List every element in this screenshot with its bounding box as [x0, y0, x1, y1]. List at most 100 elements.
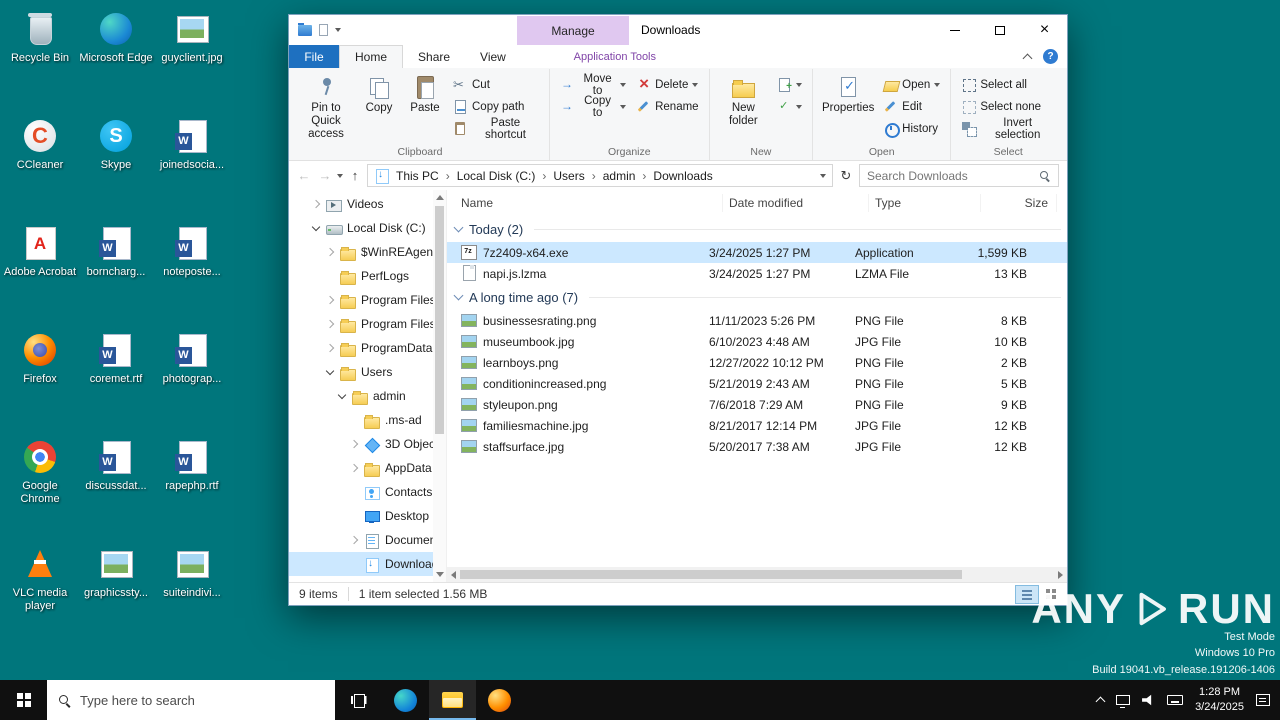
- desktop-icon[interactable]: rapephp.rtf: [154, 432, 230, 539]
- desktop-icon[interactable]: Firefox: [2, 325, 78, 432]
- file-row[interactable]: 7z2409-x64.exe 3/24/2025 1:27 PM Applica…: [447, 242, 1067, 263]
- desktop-icon[interactable]: guyclient.jpg: [154, 4, 230, 111]
- edit-button[interactable]: Edit: [879, 96, 944, 117]
- maximize-button[interactable]: [977, 15, 1022, 45]
- nav-tree-item[interactable]: Local Disk (C:): [289, 216, 446, 240]
- file-row[interactable]: businessesrating.png 11/11/2023 5:26 PM …: [447, 310, 1067, 331]
- pin-to-quick-access-button[interactable]: Pin to Quick access: [297, 71, 355, 142]
- group-collapse-chevron-icon[interactable]: [453, 222, 464, 233]
- breadcrumb-item[interactable]: Downloads: [653, 169, 712, 183]
- desktop-icon[interactable]: Google Chrome: [2, 432, 78, 539]
- delete-button[interactable]: Delete: [632, 74, 702, 95]
- collapse-ribbon-chevron-icon[interactable]: [1022, 53, 1033, 63]
- open-button[interactable]: Open: [879, 74, 944, 95]
- desktop-icon[interactable]: borncharg...: [78, 218, 154, 325]
- horizontal-scrollbar[interactable]: [447, 567, 1067, 582]
- qat-properties-icon[interactable]: [319, 24, 328, 36]
- scroll-down-icon[interactable]: [436, 572, 444, 577]
- nav-tree-item[interactable]: admin: [289, 384, 446, 408]
- nav-tree-item[interactable]: $WinREAgent: [289, 240, 446, 264]
- expander-icon[interactable]: [349, 559, 359, 569]
- nav-tree-item[interactable]: Users: [289, 360, 446, 384]
- address-dropdown-icon[interactable]: [820, 173, 826, 178]
- nav-tree-item[interactable]: ProgramData: [289, 336, 446, 360]
- address-box[interactable]: This PCLocal Disk (C:)UsersadminDownload…: [367, 164, 833, 187]
- horizontal-scrollbar-thumb[interactable]: [460, 570, 962, 579]
- history-button[interactable]: History: [879, 118, 944, 139]
- expander-icon[interactable]: [325, 295, 335, 305]
- new-folder-button[interactable]: New folder: [716, 71, 772, 128]
- expander-icon[interactable]: [349, 511, 359, 521]
- desktop-icon[interactable]: graphicssty...: [78, 539, 154, 646]
- tab-view[interactable]: View: [465, 45, 521, 68]
- recent-locations-chevron-icon[interactable]: [337, 173, 343, 178]
- expander-icon[interactable]: [337, 391, 347, 401]
- desktop-icon[interactable]: joinedsocia...: [154, 111, 230, 218]
- group-collapse-chevron-icon[interactable]: [453, 290, 464, 301]
- expander-icon[interactable]: [311, 223, 321, 233]
- nav-tree-item[interactable]: AppData: [289, 456, 446, 480]
- expander-icon[interactable]: [349, 439, 359, 449]
- expander-icon[interactable]: [325, 271, 335, 281]
- taskbar-file-explorer-button[interactable]: [429, 680, 476, 720]
- task-view-button[interactable]: [335, 680, 382, 720]
- tray-expand-chevron-icon[interactable]: [1095, 696, 1106, 707]
- back-button[interactable]: ←: [295, 168, 313, 183]
- move-to-button[interactable]: Move to: [556, 73, 630, 97]
- nav-tree-item[interactable]: Downloads: [289, 552, 446, 576]
- breadcrumb-item[interactable]: Local Disk (C:): [457, 169, 554, 183]
- expander-icon[interactable]: [325, 247, 335, 257]
- close-button[interactable]: [1022, 15, 1067, 45]
- nav-tree-item[interactable]: Contacts: [289, 480, 446, 504]
- taskbar-edge-button[interactable]: [382, 680, 429, 720]
- minimize-button[interactable]: [932, 15, 977, 45]
- new-item-button[interactable]: [773, 74, 806, 95]
- taskbar-firefox-button[interactable]: [476, 680, 523, 720]
- scroll-up-icon[interactable]: [436, 195, 444, 200]
- tab-home[interactable]: Home: [339, 45, 404, 68]
- volume-icon[interactable]: [1142, 694, 1152, 706]
- scroll-left-icon[interactable]: [451, 570, 456, 579]
- file-row[interactable]: familiesmachine.jpg 8/21/2017 12:14 PM J…: [447, 415, 1067, 436]
- copy-to-button[interactable]: Copy to: [556, 95, 630, 119]
- desktop-icon[interactable]: coremet.rtf: [78, 325, 154, 432]
- expander-icon[interactable]: [325, 319, 335, 329]
- nav-tree-item[interactable]: Program Files: [289, 312, 446, 336]
- nav-tree-item[interactable]: Desktop: [289, 504, 446, 528]
- nav-scrollbar-thumb[interactable]: [435, 206, 444, 434]
- group-header-today[interactable]: Today (2): [447, 216, 1067, 242]
- desktop-icon[interactable]: CCleaner: [2, 111, 78, 218]
- file-row[interactable]: conditionincreased.png 5/21/2019 2:43 AM…: [447, 373, 1067, 394]
- expander-icon[interactable]: [349, 535, 359, 545]
- select-all-button[interactable]: Select all: [957, 74, 1059, 95]
- nav-scrollbar[interactable]: [433, 190, 446, 582]
- group-header-a-long-time-ago[interactable]: A long time ago (7): [447, 284, 1067, 310]
- breadcrumb-item[interactable]: admin: [603, 169, 654, 183]
- expander-icon[interactable]: [311, 199, 321, 209]
- nav-tree-item[interactable]: Program Files: [289, 288, 446, 312]
- desktop-icon[interactable]: Skype: [78, 111, 154, 218]
- desktop-icon[interactable]: noteposte...: [154, 218, 230, 325]
- nav-tree-item[interactable]: Videos: [289, 192, 446, 216]
- desktop-icon[interactable]: discussdat...: [78, 432, 154, 539]
- file-row[interactable]: styleupon.png 7/6/2018 7:29 AM PNG File …: [447, 394, 1067, 415]
- desktop-icon[interactable]: VLC media player: [2, 539, 78, 646]
- column-header-name[interactable]: Name: [455, 194, 723, 212]
- notification-center-icon[interactable]: [1256, 694, 1270, 706]
- customize-qat-chevron-icon[interactable]: [335, 28, 341, 32]
- column-header-size[interactable]: Size: [981, 194, 1057, 212]
- file-row[interactable]: museumbook.jpg 6/10/2023 4:48 AM JPG Fil…: [447, 331, 1067, 352]
- network-icon[interactable]: [1116, 695, 1131, 708]
- copy-path-button[interactable]: Copy path: [449, 96, 543, 117]
- column-header-type[interactable]: Type: [869, 194, 981, 212]
- nav-tree-item[interactable]: .ms-ad: [289, 408, 446, 432]
- tab-file[interactable]: File: [289, 45, 339, 68]
- file-row[interactable]: learnboys.png 12/27/2022 10:12 PM PNG Fi…: [447, 352, 1067, 373]
- tab-application-tools[interactable]: Application Tools: [563, 45, 667, 68]
- paste-button[interactable]: Paste: [403, 71, 447, 115]
- tab-manage[interactable]: Manage: [517, 16, 629, 45]
- invert-selection-button[interactable]: Invert selection: [957, 117, 1059, 141]
- file-row[interactable]: napi.js.lzma 3/24/2025 1:27 PM LZMA File…: [447, 263, 1067, 284]
- keyboard-icon[interactable]: [1167, 695, 1184, 705]
- taskbar-clock[interactable]: 1:28 PM 3/24/2025: [1195, 685, 1244, 715]
